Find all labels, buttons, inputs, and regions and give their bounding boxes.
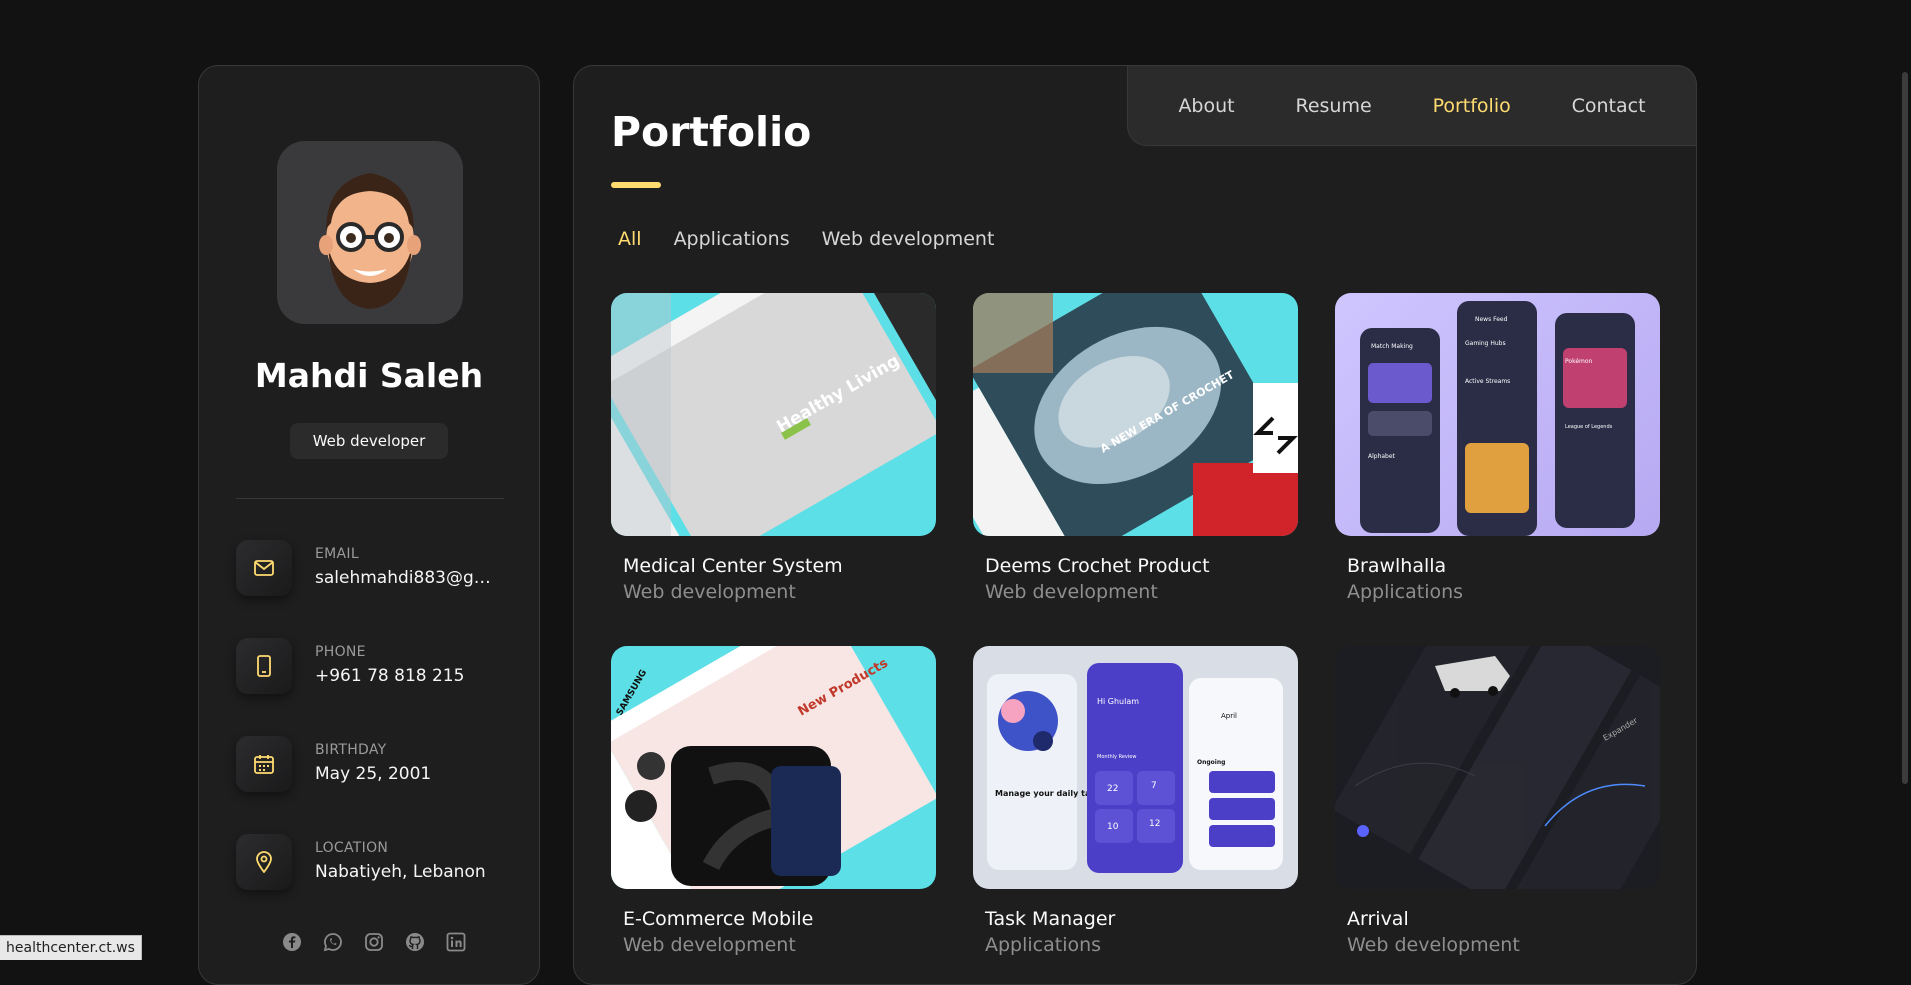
status-url: healthcenter.ct.ws (0, 935, 142, 960)
filter-applications[interactable]: Applications (674, 228, 790, 250)
project-thumbnail[interactable]: Expander (1335, 646, 1660, 889)
location-value: Nabatiyeh, Lebanon (315, 862, 486, 882)
facebook-icon[interactable] (281, 931, 302, 952)
project-category: Applications (985, 934, 1102, 956)
phone-link[interactable]: +961 78 818 215 (315, 666, 495, 686)
project-card[interactable]: A NEW ERA OF CROCHET Deems Crochet Produ… (973, 293, 1298, 603)
github-icon[interactable] (404, 931, 425, 952)
profile-sidebar: Mahdi Saleh Web developer EMAIL salehmah… (198, 65, 540, 985)
filter-list: All Applications Web development (618, 228, 994, 250)
phone-icon (236, 638, 292, 694)
divider (236, 498, 504, 499)
top-navbar: About Resume Portfolio Contact (1127, 65, 1697, 146)
project-title: Medical Center System (623, 555, 843, 577)
project-thumbnail[interactable]: Healthy Living (611, 293, 936, 536)
project-title: Brawlhalla (1347, 555, 1447, 577)
thumb-caption: Monthly Review (1097, 754, 1136, 760)
avatar (277, 141, 463, 324)
project-category: Web development (1347, 934, 1520, 956)
thumb-caption: Ongoing (1197, 759, 1225, 766)
thumb-caption: Match Making (1371, 343, 1413, 350)
thumb-caption: Alphabet (1368, 453, 1396, 460)
project-title: Arrival (1347, 908, 1409, 930)
nav-about[interactable]: About (1178, 95, 1234, 117)
contact-label: EMAIL (315, 546, 359, 562)
project-title: Task Manager (985, 908, 1116, 930)
location-icon (236, 834, 292, 890)
contact-phone: PHONE +961 78 818 215 (236, 638, 526, 698)
project-category: Web development (985, 581, 1158, 603)
birthday-value: May 25, 2001 (315, 764, 432, 784)
filter-web-development[interactable]: Web development (822, 228, 995, 250)
calendar-icon (236, 736, 292, 792)
project-card[interactable]: Expander Arrival Web development (1335, 646, 1660, 956)
portfolio-panel: About Resume Portfolio Contact Portfolio… (573, 65, 1697, 985)
nav-contact[interactable]: Contact (1572, 95, 1646, 117)
thumb-caption: 12 (1149, 819, 1160, 829)
project-category: Applications (1347, 581, 1464, 603)
thumb-caption: League of Legends (1565, 424, 1613, 430)
thumb-caption: 10 (1107, 822, 1119, 832)
contact-location: LOCATION Nabatiyeh, Lebanon (236, 834, 526, 894)
contact-label: LOCATION (315, 840, 389, 856)
project-category: Web development (623, 581, 796, 603)
email-link[interactable]: salehmahdi883@gmail.com (315, 568, 495, 588)
whatsapp-icon[interactable] (322, 931, 343, 952)
project-card[interactable]: New Products SAMSUNG E-Commerce Mobile W… (611, 646, 936, 956)
mail-icon (236, 540, 292, 596)
instagram-icon[interactable] (363, 931, 384, 952)
project-title: Deems Crochet Product (985, 555, 1210, 577)
contact-label: BIRTHDAY (315, 742, 387, 758)
profile-name: Mahdi Saleh (254, 356, 484, 395)
profile-role-badge: Web developer (290, 423, 448, 459)
project-thumbnail[interactable]: A NEW ERA OF CROCHET (973, 293, 1298, 536)
page-title: Portfolio (611, 108, 812, 156)
thumb-caption: Active Streams (1465, 378, 1510, 385)
project-title: E-Commerce Mobile (623, 908, 814, 930)
thumb-caption: 22 (1107, 784, 1118, 794)
thumb-caption: Gaming Hubs (1465, 340, 1506, 347)
contact-birthday: BIRTHDAY May 25, 2001 (236, 736, 526, 796)
project-thumbnail[interactable]: New Products SAMSUNG (611, 646, 936, 889)
project-card[interactable]: Match Making News Feed Gaming Hubs Activ… (1335, 293, 1660, 603)
thumb-caption: News Feed (1475, 316, 1508, 323)
project-card[interactable]: Manage your daily tasks Hi Ghulam Monthl… (973, 646, 1298, 956)
contact-label: PHONE (315, 644, 366, 660)
project-thumbnail[interactable]: Manage your daily tasks Hi Ghulam Monthl… (973, 646, 1298, 889)
nav-resume[interactable]: Resume (1296, 95, 1372, 117)
project-category: Web development (623, 934, 796, 956)
project-card[interactable]: Healthy Living Medical Center System Web… (611, 293, 936, 603)
page-scrollbar[interactable] (1902, 72, 1908, 784)
thumb-caption: Hi Ghulam (1097, 697, 1139, 706)
contact-email: EMAIL salehmahdi883@gmail.com (236, 540, 526, 600)
filter-all[interactable]: All (618, 228, 642, 250)
thumb-caption: 7 (1151, 781, 1157, 791)
thumb-caption: Pokémon (1565, 358, 1593, 365)
social-links (281, 931, 466, 952)
project-thumbnail[interactable]: Match Making News Feed Gaming Hubs Activ… (1335, 293, 1660, 536)
nav-portfolio[interactable]: Portfolio (1433, 95, 1511, 117)
title-underline (611, 182, 661, 188)
thumb-caption: April (1221, 712, 1237, 720)
linkedin-icon[interactable] (445, 931, 466, 952)
